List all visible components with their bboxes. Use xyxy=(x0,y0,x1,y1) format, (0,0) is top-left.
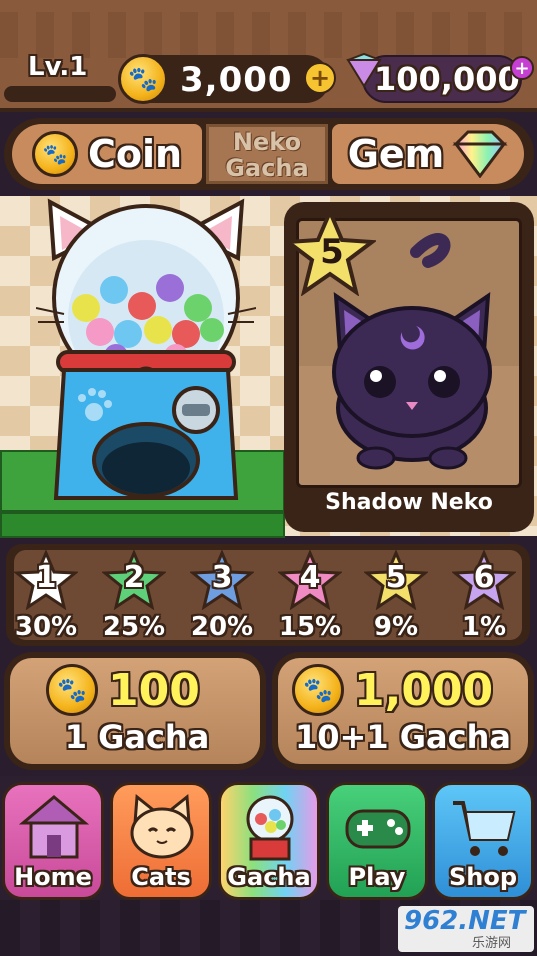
level-label: Lv.1 xyxy=(28,52,88,82)
watermark-sub: 乐游网 xyxy=(472,936,512,951)
coin-icon: 🐾 xyxy=(118,54,168,104)
rarity-percent: 25% xyxy=(102,612,166,642)
currency-tabs: 🐾 Coin Neko Gacha Gem xyxy=(4,118,534,190)
gacha-machine[interactable] xyxy=(36,198,256,508)
coin-icon: 🐾 xyxy=(31,131,78,177)
add-coins-button[interactable]: + xyxy=(304,62,336,94)
rarity-number: 3 xyxy=(211,560,233,595)
result-rarity-number: 5 xyxy=(320,232,344,272)
xp-bar xyxy=(4,86,116,102)
rarity-percent: 15% xyxy=(278,612,342,642)
multi-gacha-label: 10+1 Gacha xyxy=(295,718,511,756)
cat-face-icon xyxy=(130,794,194,859)
rarity-item: 6 1% xyxy=(442,550,526,642)
result-cat-name: Shadow Neko xyxy=(325,490,493,515)
coin-icon: 🐾 xyxy=(46,664,98,716)
single-gacha-price: 🐾 100 xyxy=(46,664,200,716)
single-gacha-label: 1 Gacha xyxy=(64,718,210,756)
nav-play-label: Play xyxy=(348,863,406,891)
gem-balance: 100,000 xyxy=(374,60,520,98)
rarity-item: 2 25% xyxy=(92,550,176,642)
coin-balance: 3,000 xyxy=(180,60,293,100)
level-indicator: Lv.1 xyxy=(4,52,116,102)
nav-gacha-label: Gacha xyxy=(227,863,311,891)
nav-gacha[interactable]: Gacha xyxy=(218,782,320,900)
tab-neko-line1: Neko xyxy=(232,128,302,156)
single-gacha-price-value: 100 xyxy=(108,664,200,716)
tab-coin[interactable]: 🐾 Coin xyxy=(12,124,202,184)
tab-neko-gacha: Neko Gacha xyxy=(206,124,328,184)
rarity-number: 1 xyxy=(35,560,57,595)
rarity-item: 3 20% xyxy=(180,550,264,642)
nav-home[interactable]: Home xyxy=(2,782,104,900)
nav-shop-label: Shop xyxy=(448,863,518,891)
rarity-percent: 9% xyxy=(373,612,419,642)
nav-cats[interactable]: Cats xyxy=(110,782,212,900)
rainbow-gem-icon xyxy=(452,130,508,178)
tab-gem-label: Gem xyxy=(347,132,445,176)
tab-neko-line2: Gacha xyxy=(225,154,309,182)
coin-icon: 🐾 xyxy=(292,664,344,716)
tab-gem[interactable]: Gem xyxy=(332,124,524,184)
rarity-percent: 20% xyxy=(190,612,254,642)
gacha-machine-icon xyxy=(246,795,294,861)
rarity-item: 4 15% xyxy=(268,550,352,642)
rarity-number: 6 xyxy=(473,560,495,595)
nav-home-label: Home xyxy=(14,863,92,891)
add-gems-button[interactable]: + xyxy=(510,56,534,80)
shopping-cart-icon xyxy=(453,801,516,856)
rarity-number: 5 xyxy=(385,560,407,595)
rarity-number: 2 xyxy=(123,560,145,595)
nav-shop[interactable]: Shop xyxy=(432,782,534,900)
multi-gacha-price-value: 1,000 xyxy=(354,664,494,716)
site-watermark: 962.NET 乐游网 xyxy=(398,906,534,952)
house-icon xyxy=(19,795,89,859)
rarity-number: 4 xyxy=(299,560,321,595)
tab-coin-label: Coin xyxy=(87,132,183,176)
rarity-item: 1 30% xyxy=(4,550,88,642)
nav-cats-label: Cats xyxy=(131,863,191,891)
rarity-percent: 30% xyxy=(14,612,78,642)
rarity-item: 5 9% xyxy=(354,550,438,642)
gamepad-icon xyxy=(345,809,411,849)
rarity-percent: 1% xyxy=(461,612,507,642)
multi-gacha-price: 🐾 1,000 xyxy=(292,664,493,716)
nav-play[interactable]: Play xyxy=(326,782,428,900)
